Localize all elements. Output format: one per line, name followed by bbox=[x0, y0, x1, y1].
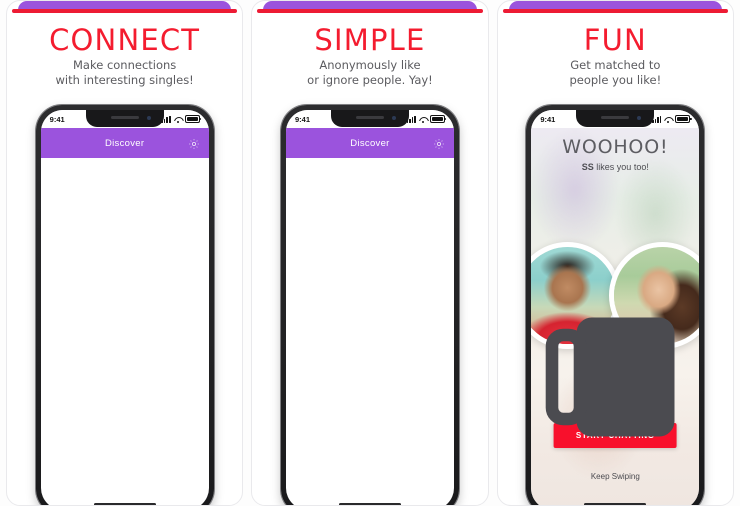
subtitle-line-1: Anonymously like bbox=[319, 58, 421, 72]
wifi-icon bbox=[664, 116, 672, 123]
status-time: 9:41 bbox=[49, 114, 65, 124]
panel-accent-bar bbox=[252, 1, 487, 14]
phone-mockup-3: 9:41 WOOHOO! SS likes you too! START CHA bbox=[526, 105, 705, 505]
phone-notch bbox=[330, 110, 409, 127]
nav-title: Discover bbox=[104, 137, 145, 149]
keep-swiping-label: Keep Swiping bbox=[590, 472, 640, 481]
match-subtitle: SS likes you too! bbox=[531, 162, 699, 172]
match-title: WOOHOO! bbox=[562, 136, 669, 158]
gear-icon[interactable] bbox=[188, 137, 200, 149]
subtitle-line-2: with interesting singles! bbox=[55, 73, 194, 87]
panel-fun: FUN Get matched to people you like! 9:41 bbox=[496, 0, 734, 506]
panel-subtitle: Anonymously like or ignore people. Yay! bbox=[252, 58, 487, 88]
earpiece-speaker bbox=[355, 116, 384, 119]
front-camera-icon bbox=[637, 116, 642, 120]
subtitle-line-1: Get matched to bbox=[570, 58, 661, 72]
phone-screen-1: 9:41 Discover bbox=[40, 110, 209, 505]
front-camera-icon bbox=[146, 116, 151, 120]
phone-screen-3: 9:41 WOOHOO! SS likes you too! START CHA bbox=[531, 110, 700, 505]
panel-headline: CONNECT bbox=[49, 23, 201, 57]
match-subtitle-rest: likes you too! bbox=[593, 162, 649, 172]
panel-accent-bar bbox=[498, 1, 733, 14]
battery-icon bbox=[184, 114, 202, 124]
panel-headline: SIMPLE bbox=[314, 23, 426, 57]
phone-screen-2: 9:41 Discover bbox=[285, 110, 454, 505]
panel-accent-bar bbox=[7, 1, 242, 14]
match-subtitle-name: SS bbox=[581, 162, 594, 172]
nav-title: Discover bbox=[350, 137, 390, 149]
status-time: 9:41 bbox=[540, 114, 556, 124]
battery-icon bbox=[675, 114, 692, 124]
accent-bar-red bbox=[12, 9, 238, 13]
accent-bar-red bbox=[502, 9, 728, 13]
wifi-icon bbox=[419, 116, 427, 123]
phone-mockup-2: 9:41 Discover bbox=[280, 105, 459, 505]
accent-bar-red bbox=[257, 9, 483, 13]
subtitle-line-1: Make connections bbox=[73, 58, 177, 72]
phone-mockup-1: 9:41 Discover bbox=[35, 105, 214, 505]
wifi-icon bbox=[174, 116, 182, 123]
gear-icon[interactable] bbox=[433, 137, 445, 149]
subtitle-line-2: or ignore people. Yay! bbox=[307, 73, 433, 87]
panel-subtitle: Get matched to people you like! bbox=[498, 58, 733, 88]
nav-bar-1: Discover bbox=[40, 128, 209, 158]
earpiece-speaker bbox=[601, 116, 630, 119]
panel-headline: FUN bbox=[583, 23, 647, 57]
panel-subtitle: Make connections with interesting single… bbox=[7, 58, 242, 88]
status-time: 9:41 bbox=[294, 114, 310, 124]
status-indicators bbox=[161, 114, 202, 124]
earpiece-speaker bbox=[110, 116, 139, 119]
cards-icon bbox=[531, 317, 699, 465]
app-store-screenshot-gallery: CONNECT Make connections with interestin… bbox=[0, 0, 740, 506]
subtitle-line-2: people you like! bbox=[569, 73, 662, 87]
panel-simple: SIMPLE Anonymously like or ignore people… bbox=[251, 0, 489, 506]
status-indicators bbox=[651, 114, 692, 124]
phone-notch bbox=[576, 110, 655, 127]
battery-icon bbox=[429, 114, 447, 124]
phone-notch bbox=[85, 110, 164, 127]
nav-bar-2: Discover bbox=[285, 128, 454, 158]
match-screen: WOOHOO! SS likes you too! START CHATTING… bbox=[531, 110, 700, 505]
keep-swiping-action[interactable]: Keep Swiping bbox=[531, 293, 699, 484]
status-indicators bbox=[406, 114, 447, 124]
panel-connect: CONNECT Make connections with interestin… bbox=[6, 0, 244, 506]
front-camera-icon bbox=[391, 116, 396, 120]
